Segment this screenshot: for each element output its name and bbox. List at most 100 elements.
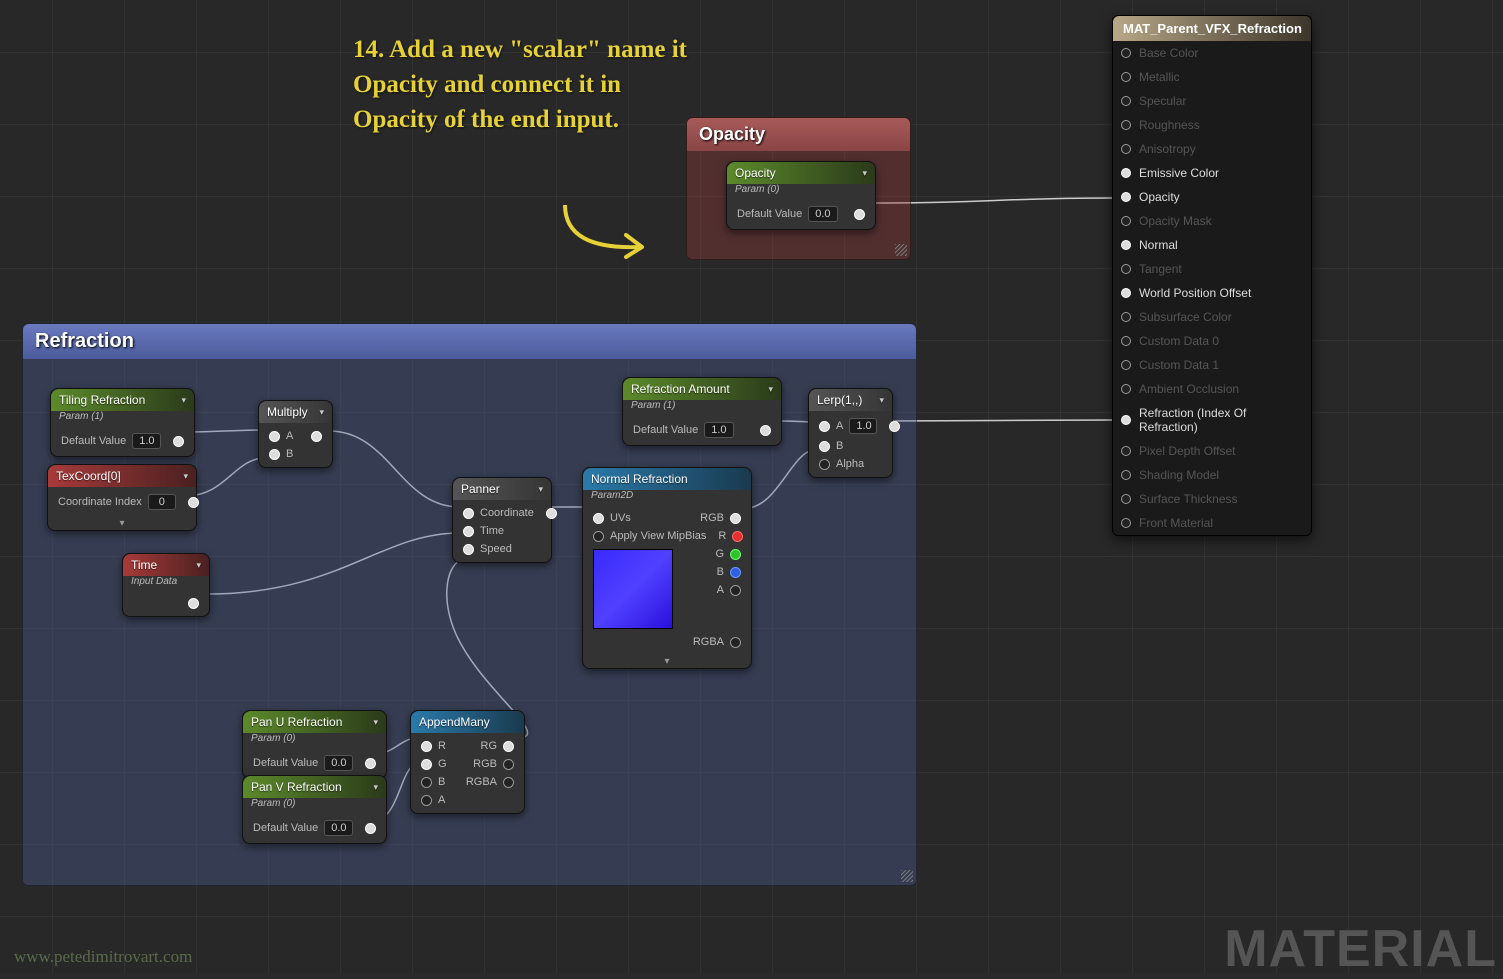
output-pin[interactable] <box>365 758 376 769</box>
input-pin[interactable] <box>1121 446 1131 456</box>
input-pin[interactable] <box>1121 384 1131 394</box>
chevron-down-icon[interactable]: ▾ <box>373 717 378 728</box>
node-header[interactable]: Tiling Refraction▾ <box>51 389 194 411</box>
node-lerp[interactable]: Lerp(1,,)▾ A1.0 B Alpha <box>808 388 893 478</box>
input-pin[interactable] <box>1121 144 1131 154</box>
output-pin[interactable] <box>889 421 900 432</box>
material-pin-base-color[interactable]: Base Color <box>1113 41 1311 65</box>
chevron-down-icon[interactable]: ▾ <box>373 782 378 793</box>
input-pin[interactable] <box>1121 168 1131 178</box>
output-pin[interactable] <box>760 425 771 436</box>
node-header[interactable]: Multiply▾ <box>259 401 332 423</box>
material-pin-pixel-depth-offset[interactable]: Pixel Depth Offset <box>1113 439 1311 463</box>
resize-grip[interactable] <box>895 244 907 256</box>
material-pin-opacity[interactable]: Opacity <box>1113 185 1311 209</box>
value-input[interactable]: 1.0 <box>704 422 733 438</box>
input-pin[interactable] <box>1121 470 1131 480</box>
pin-a[interactable] <box>730 585 741 596</box>
node-header[interactable]: Time▾ <box>123 554 209 576</box>
node-header[interactable]: Panner▾ <box>453 478 551 500</box>
input-pin[interactable] <box>1121 360 1131 370</box>
material-pin-subsurface-color[interactable]: Subsurface Color <box>1113 305 1311 329</box>
pin-r-in[interactable] <box>421 741 432 752</box>
input-pin[interactable] <box>1121 288 1131 298</box>
input-pin[interactable] <box>1121 216 1131 226</box>
material-pin-surface-thickness[interactable]: Surface Thickness <box>1113 487 1311 511</box>
node-multiply[interactable]: Multiply▾ A B <box>258 400 333 468</box>
pin-b[interactable] <box>269 449 280 460</box>
expand-toggle[interactable]: ▾ <box>48 517 196 530</box>
pin-b[interactable] <box>730 567 741 578</box>
node-header[interactable]: TexCoord[0]▾ <box>48 465 196 487</box>
pin-a[interactable] <box>269 431 280 442</box>
material-pin-specular[interactable]: Specular <box>1113 89 1311 113</box>
node-pan-u[interactable]: Pan U Refraction▾ Param (0) Default Valu… <box>242 710 387 779</box>
pin-a[interactable] <box>819 421 830 432</box>
pin-rgba[interactable] <box>730 637 741 648</box>
output-pin[interactable] <box>173 436 184 447</box>
material-output-node[interactable]: MAT_Parent_VFX_Refraction Base ColorMeta… <box>1112 15 1312 536</box>
output-pin[interactable] <box>546 508 557 519</box>
chevron-down-icon[interactable]: ▾ <box>862 168 867 179</box>
node-tiling-refraction[interactable]: Tiling Refraction▾ Param (1) Default Val… <box>50 388 195 457</box>
expand-toggle[interactable]: ▾ <box>583 655 751 668</box>
input-pin[interactable] <box>1121 72 1131 82</box>
pin-b-in[interactable] <box>421 777 432 788</box>
material-pin-metallic[interactable]: Metallic <box>1113 65 1311 89</box>
pin-b[interactable] <box>819 441 830 452</box>
resize-grip[interactable] <box>901 870 913 882</box>
node-header[interactable]: Lerp(1,,)▾ <box>809 389 892 411</box>
input-pin[interactable] <box>1121 120 1131 130</box>
node-header[interactable]: AppendMany <box>411 711 524 733</box>
material-pin-custom-data-1[interactable]: Custom Data 1 <box>1113 353 1311 377</box>
pin-coord[interactable] <box>463 508 474 519</box>
value-input[interactable]: 0.0 <box>324 755 353 771</box>
value-input[interactable]: 1.0 <box>132 433 161 449</box>
output-pin[interactable] <box>188 497 199 508</box>
pin-g-in[interactable] <box>421 759 432 770</box>
output-pin[interactable] <box>188 598 199 609</box>
pin-mip[interactable] <box>593 531 604 542</box>
material-pin-shading-model[interactable]: Shading Model <box>1113 463 1311 487</box>
node-header[interactable]: Pan U Refraction▾ <box>243 711 386 733</box>
value-input[interactable]: 0 <box>148 494 176 510</box>
material-pin-ambient-occlusion[interactable]: Ambient Occlusion <box>1113 377 1311 401</box>
material-pin-front-material[interactable]: Front Material <box>1113 511 1311 535</box>
pin-rgba-out[interactable] <box>503 777 514 788</box>
input-pin[interactable] <box>1121 192 1131 202</box>
material-pin-refraction-index-of-refraction-[interactable]: Refraction (Index Of Refraction) <box>1113 401 1311 439</box>
chevron-down-icon[interactable]: ▾ <box>879 395 884 406</box>
input-pin[interactable] <box>1121 312 1131 322</box>
node-texcoord[interactable]: TexCoord[0]▾ Coordinate Index0 ▾ <box>47 464 197 531</box>
node-header[interactable]: Refraction Amount▾ <box>623 378 781 400</box>
node-append-many[interactable]: AppendMany RRG GRGB BRGBA A <box>410 710 525 814</box>
value-input[interactable]: 0.0 <box>808 206 837 222</box>
chevron-down-icon[interactable]: ▾ <box>768 384 773 395</box>
material-pin-normal[interactable]: Normal <box>1113 233 1311 257</box>
pin-time[interactable] <box>463 526 474 537</box>
pin-uvs[interactable] <box>593 513 604 524</box>
node-header[interactable]: Pan V Refraction▾ <box>243 776 386 798</box>
pin-a-in[interactable] <box>421 795 432 806</box>
input-pin[interactable] <box>1121 240 1131 250</box>
pin-speed[interactable] <box>463 544 474 555</box>
input-pin[interactable] <box>1121 48 1131 58</box>
material-pin-tangent[interactable]: Tangent <box>1113 257 1311 281</box>
pin-rg-out[interactable] <box>503 741 514 752</box>
value-input[interactable]: 1.0 <box>849 418 877 434</box>
material-pin-roughness[interactable]: Roughness <box>1113 113 1311 137</box>
pin-alpha[interactable] <box>819 459 830 470</box>
pin-rgb[interactable] <box>730 513 741 524</box>
node-header[interactable]: Normal Refraction <box>583 468 751 490</box>
node-pan-v[interactable]: Pan V Refraction▾ Param (0) Default Valu… <box>242 775 387 844</box>
input-pin[interactable] <box>1121 96 1131 106</box>
input-pin[interactable] <box>1121 494 1131 504</box>
value-input[interactable]: 0.0 <box>324 820 353 836</box>
pin-rgb-out[interactable] <box>503 759 514 770</box>
material-pin-custom-data-0[interactable]: Custom Data 0 <box>1113 329 1311 353</box>
pin-g[interactable] <box>730 549 741 560</box>
pin-r[interactable] <box>732 531 743 542</box>
material-pin-anisotropy[interactable]: Anisotropy <box>1113 137 1311 161</box>
input-pin[interactable] <box>1121 415 1131 425</box>
node-opacity-param[interactable]: Opacity▾ Param (0) Default Value0.0 <box>726 161 876 230</box>
